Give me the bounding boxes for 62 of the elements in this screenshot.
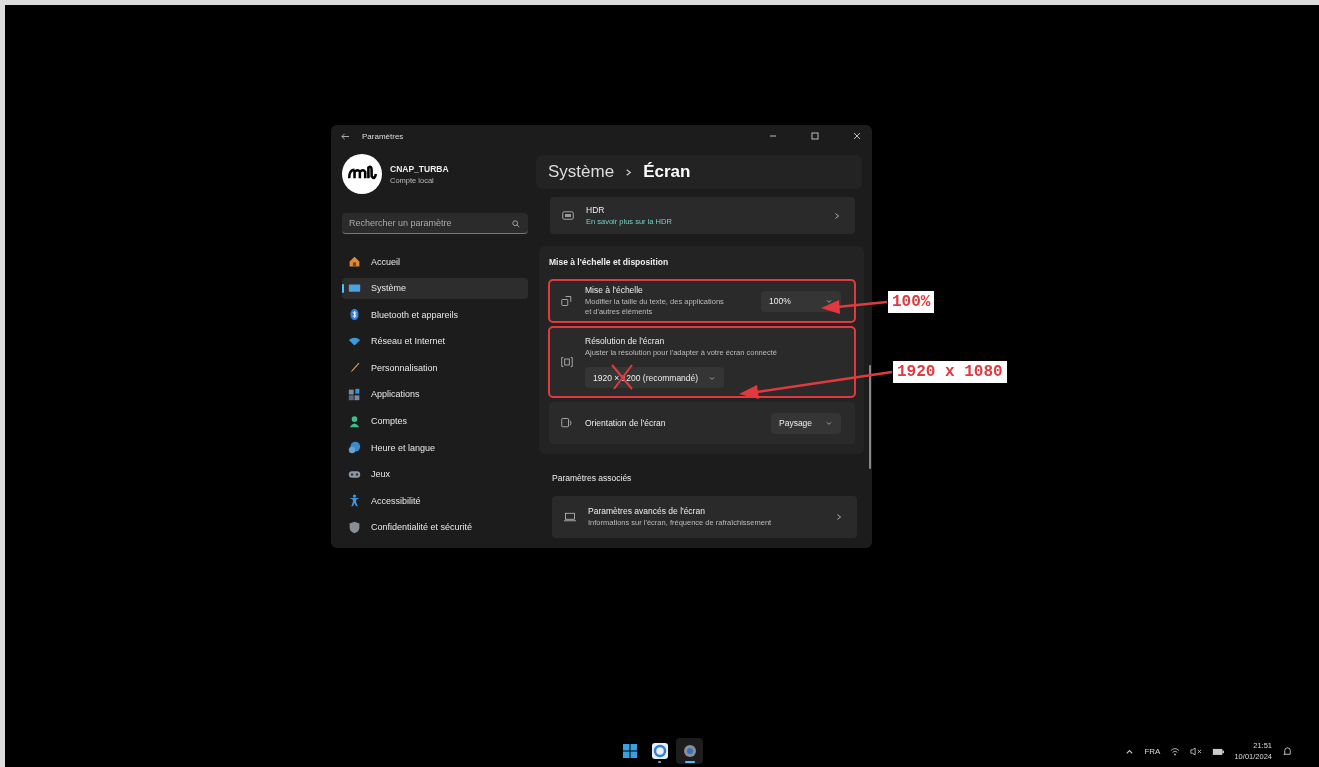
sidebar-item[interactable]: Accueil	[342, 251, 528, 272]
setting-row[interactable]: Orientation de l'écran Paysage	[549, 402, 855, 444]
setting-title: Orientation de l'écran	[585, 418, 667, 428]
sidebar-item[interactable]: Applications	[342, 383, 528, 405]
section-heading: Mise à l'échelle et disposition	[549, 257, 670, 267]
maximize-icon[interactable]	[810, 131, 820, 141]
chevron-down-icon	[825, 419, 833, 427]
scrollbar[interactable]	[869, 365, 871, 469]
account-name: CNAP_TURBA	[390, 163, 449, 174]
nav-icon	[348, 494, 361, 508]
nav-icon	[348, 520, 361, 534]
sidebar-item[interactable]: Réseau et Internet	[342, 330, 528, 352]
language-indicator[interactable]: FRA	[1144, 746, 1161, 756]
chevron-right-icon	[833, 211, 841, 220]
notification-bell-icon[interactable]	[1282, 745, 1293, 757]
wifi-icon[interactable]	[1170, 746, 1181, 756]
breadcrumb-parent[interactable]: Système	[548, 162, 615, 183]
hdr-icon	[562, 211, 574, 221]
search-icon	[512, 220, 520, 228]
setting-title: Mise à l'échelle	[585, 285, 644, 296]
arrow	[821, 300, 888, 314]
sidebar-item[interactable]: Bluetooth et appareils	[342, 304, 528, 326]
speaker-muted-icon[interactable]	[1190, 746, 1203, 756]
annotation-label: 1920 x 1080	[893, 361, 1007, 383]
setting-icon	[561, 356, 573, 368]
sidebar-item[interactable]: Heure et langue	[342, 437, 528, 459]
sidebar-item[interactable]: Confidentialité et sécurité	[342, 516, 528, 538]
sidebar-item[interactable]: Comptes	[342, 410, 528, 432]
window-title: Paramètres	[362, 131, 404, 141]
setting-title: Résolution de l'écran	[585, 335, 666, 346]
app-icon	[651, 743, 668, 759]
dropdown[interactable]: 100%	[761, 290, 841, 312]
nav-icon	[348, 387, 361, 401]
nav-icon	[348, 255, 361, 268]
nav-icon	[348, 441, 361, 455]
settings-icon	[681, 743, 698, 759]
setting-title: Paramètres avancés de l'écran	[588, 506, 706, 517]
sidebar-item[interactable]: Système	[342, 277, 528, 299]
chevron-right-icon	[835, 513, 843, 521]
setting-icon	[564, 511, 576, 523]
nav-icon	[348, 308, 361, 322]
search-field[interactable]: Rechercher un paramètre	[342, 213, 528, 234]
nav-icon	[348, 281, 361, 295]
sidebar-item[interactable]: Accessibilité	[342, 490, 528, 512]
sidebar-item[interactable]: Personnalisation	[342, 357, 528, 379]
section-heading: Paramètres associés	[552, 473, 633, 483]
chevron-right-icon	[624, 167, 634, 177]
sidebar-item[interactable]: Jeux	[342, 463, 528, 485]
setting-icon	[561, 295, 573, 307]
nav-icon	[348, 414, 361, 428]
back-icon[interactable]	[341, 131, 350, 141]
setting-title: HDR	[586, 205, 606, 216]
dropdown[interactable]: Paysage	[771, 412, 841, 434]
start-icon	[621, 743, 638, 759]
taskbar-button[interactable]	[676, 738, 703, 764]
close-icon[interactable]	[852, 131, 862, 141]
page-title: Écran	[643, 162, 691, 183]
chevron-down-icon	[825, 297, 833, 305]
battery-icon[interactable]	[1212, 746, 1225, 756]
nav-icon	[348, 361, 361, 375]
annotation-label: 100%	[888, 291, 935, 313]
setting-icon	[561, 417, 573, 429]
